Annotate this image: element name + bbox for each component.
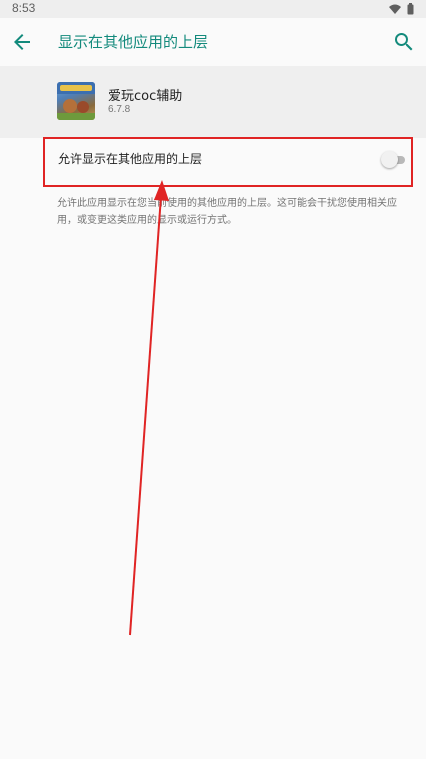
app-name: 爱玩coc辅助 — [108, 89, 183, 104]
overlay-permission-row[interactable]: 允许显示在其他应用的上层 — [0, 138, 426, 188]
setting-description: 允许此应用显示在您当前使用的其他应用的上层。这可能会干扰您使用相关应用，或变更这… — [57, 198, 397, 226]
status-time: 8:53 — [12, 1, 36, 15]
app-version: 6.7.8 — [108, 104, 131, 115]
app-header: 爱玩coc辅助 6.7.8 — [0, 66, 426, 138]
app-icon — [57, 82, 95, 120]
battery-icon — [407, 3, 414, 15]
setting-label: 允许显示在其他应用的上层 — [58, 152, 203, 166]
page-title: 显示在其他应用的上层 — [58, 33, 209, 51]
status-icons — [389, 3, 414, 15]
status-bar: 8:53 — [0, 0, 426, 18]
search-icon[interactable] — [392, 30, 416, 54]
arrow-left-icon[interactable] — [10, 30, 34, 54]
annotation-arrow-shaft — [129, 195, 162, 636]
wifi-icon — [389, 4, 401, 14]
toggle-thumb — [381, 151, 398, 168]
overlay-permission-toggle[interactable] — [381, 151, 405, 169]
app-icon-art — [57, 82, 95, 120]
toolbar: 显示在其他应用的上层 — [0, 18, 426, 66]
